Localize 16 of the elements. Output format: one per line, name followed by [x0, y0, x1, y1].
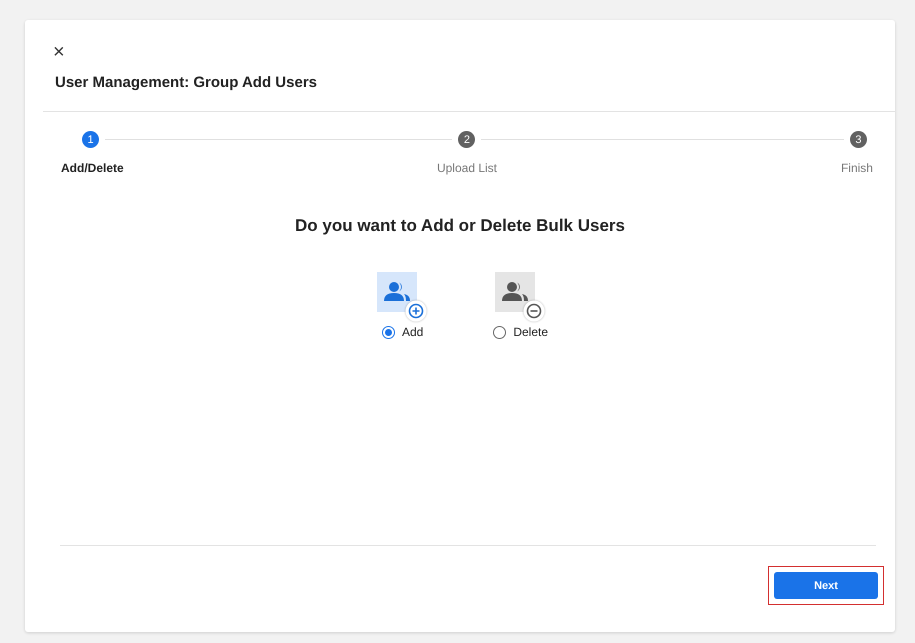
next-button[interactable]: Next	[774, 572, 878, 599]
dialog-title: User Management: Group Add Users	[55, 74, 318, 91]
step-number: 3	[850, 131, 867, 148]
users-icon	[384, 281, 410, 303]
users-icon	[502, 281, 528, 303]
radio-button[interactable]	[382, 326, 395, 338]
radio-option[interactable]: Add	[382, 325, 424, 339]
question-heading: Do you want to Add or Delete Bulk Users	[294, 216, 626, 236]
radio-option[interactable]: Delete	[493, 325, 548, 339]
radio-button[interactable]	[493, 326, 506, 338]
step-label: Upload List	[436, 161, 498, 175]
step-label: Finish	[840, 161, 873, 175]
step-number: 1	[82, 131, 99, 148]
step-number: 2	[458, 131, 476, 148]
step-label: Add/Delete	[61, 161, 124, 175]
close-button[interactable]: ×	[49, 42, 69, 62]
